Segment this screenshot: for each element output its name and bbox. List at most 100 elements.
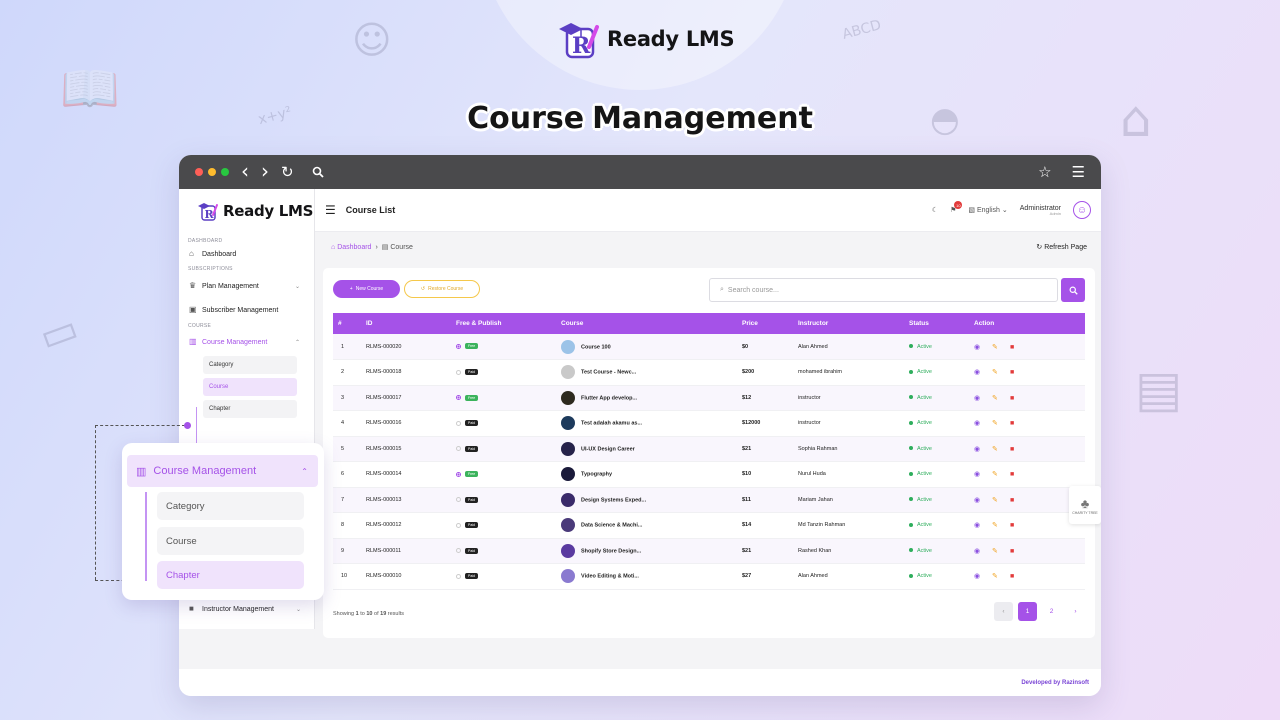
course-name[interactable]: Video Editing & Moti... xyxy=(581,574,639,580)
edit-icon[interactable]: ✎ xyxy=(992,470,1000,478)
action-cell: ◉ ✎ ■ xyxy=(969,462,1085,488)
reload-icon[interactable]: ↻ xyxy=(281,163,294,181)
search-input[interactable]: ⌕ Search course... xyxy=(709,278,1058,302)
view-eye-icon[interactable]: ◉ xyxy=(974,368,982,376)
page-button-2[interactable]: 2 xyxy=(1042,602,1061,621)
avatar[interactable]: ☺ xyxy=(1073,201,1091,219)
delete-trash-icon[interactable]: ■ xyxy=(1010,344,1018,351)
course-name[interactable]: UI-UX Design Career xyxy=(581,446,635,452)
delete-trash-icon[interactable]: ■ xyxy=(1010,573,1018,580)
delete-trash-icon[interactable]: ■ xyxy=(1010,471,1018,478)
publish-toggle[interactable] xyxy=(456,395,461,401)
close-dot[interactable] xyxy=(195,168,203,176)
charity-tree-widget[interactable]: ♣ CHARITY TREE xyxy=(1069,486,1101,524)
zoom-subitem-chapter[interactable]: Chapter xyxy=(157,561,304,589)
delete-trash-icon[interactable]: ■ xyxy=(1010,369,1018,376)
course-name[interactable]: Typography xyxy=(581,472,612,478)
publish-toggle[interactable] xyxy=(456,446,461,452)
view-eye-icon[interactable]: ◉ xyxy=(974,394,982,402)
view-eye-icon[interactable]: ◉ xyxy=(974,343,982,351)
main-content: ☰ Course List ☾ ⚑ 10 ▧ English ⌄ Administ… xyxy=(315,189,1101,696)
view-eye-icon[interactable]: ◉ xyxy=(974,547,982,555)
sidebar-item-plan-management[interactable]: ♛ Plan Management ⌄ xyxy=(179,276,314,296)
maximize-dot[interactable] xyxy=(221,168,229,176)
view-eye-icon[interactable]: ◉ xyxy=(974,445,982,453)
next-page-button[interactable]: › xyxy=(1066,602,1085,621)
sidebar-item-dashboard[interactable]: ⌂ Dashboard xyxy=(179,244,314,264)
edit-icon[interactable]: ✎ xyxy=(992,419,1000,427)
prev-page-button[interactable]: ‹ xyxy=(994,602,1013,621)
course-cell: Typography xyxy=(556,462,737,488)
publish-toggle[interactable] xyxy=(456,471,461,477)
new-course-button[interactable]: + New Course xyxy=(333,280,400,298)
edit-icon[interactable]: ✎ xyxy=(992,496,1000,504)
notification-bell-icon[interactable]: ⚑ 10 xyxy=(950,201,963,214)
publish-toggle[interactable] xyxy=(456,497,461,503)
price-type-badge: Paid xyxy=(465,573,479,580)
edit-icon[interactable]: ✎ xyxy=(992,547,1000,555)
delete-trash-icon[interactable]: ■ xyxy=(1010,420,1018,427)
publish-toggle[interactable] xyxy=(456,369,461,375)
free-publish-cell: Paid xyxy=(451,487,556,513)
action-cell: ◉ ✎ ■ xyxy=(969,411,1085,437)
view-eye-icon[interactable]: ◉ xyxy=(974,470,982,478)
zoom-course-management[interactable]: ▥ Course Management ⌃ xyxy=(127,455,318,487)
delete-trash-icon[interactable]: ■ xyxy=(1010,548,1018,555)
edit-icon[interactable]: ✎ xyxy=(992,343,1000,351)
footer-credit[interactable]: Developed by Razinsoft xyxy=(1021,680,1089,686)
edit-icon[interactable]: ✎ xyxy=(992,572,1000,580)
restore-course-button[interactable]: ↺ Restore Course xyxy=(404,280,480,298)
sidebar-item-label: Plan Management xyxy=(202,282,259,290)
refresh-page-button[interactable]: ↻ Refresh Page xyxy=(1036,243,1087,251)
delete-trash-icon[interactable]: ■ xyxy=(1010,446,1018,453)
edit-icon[interactable]: ✎ xyxy=(992,368,1000,376)
publish-toggle[interactable] xyxy=(456,522,461,528)
course-name[interactable]: Test adalah akamu as... xyxy=(581,421,642,427)
sidebar-logo[interactable]: R Ready LMS xyxy=(179,189,314,232)
view-eye-icon[interactable]: ◉ xyxy=(974,496,982,504)
edit-icon[interactable]: ✎ xyxy=(992,521,1000,529)
page-button-1[interactable]: 1 xyxy=(1018,602,1037,621)
course-name[interactable]: Design Systems Exped... xyxy=(581,497,646,503)
language-selector[interactable]: ▧ English ⌄ xyxy=(968,206,1007,214)
menu-icon[interactable]: ☰ xyxy=(1072,163,1085,181)
edit-icon[interactable]: ✎ xyxy=(992,394,1000,402)
zoom-subitem-category[interactable]: Category xyxy=(157,492,304,520)
sidebar-subitem-category[interactable]: Category xyxy=(203,356,297,374)
sidebar-subitem-chapter[interactable]: Chapter xyxy=(203,400,297,418)
sidebar-item-course-management[interactable]: ▥ Course Management ⌃ xyxy=(179,332,314,352)
back-icon[interactable]: ‹ xyxy=(241,159,249,183)
course-name[interactable]: Data Science & Machi... xyxy=(581,523,642,529)
dark-mode-moon-icon[interactable]: ☾ xyxy=(932,206,938,214)
course-name[interactable]: Course 100 xyxy=(581,344,611,350)
publish-toggle[interactable] xyxy=(456,420,461,426)
delete-trash-icon[interactable]: ■ xyxy=(1010,497,1018,504)
bookmark-star-icon[interactable]: ☆ xyxy=(1038,163,1051,181)
forward-icon[interactable]: › xyxy=(261,159,269,183)
view-eye-icon[interactable]: ◉ xyxy=(974,521,982,529)
publish-toggle[interactable] xyxy=(456,343,461,349)
breadcrumb-home[interactable]: ⌂ Dashboard xyxy=(331,244,371,251)
sidebar-item-instructor-management[interactable]: ■ Instructor Management ⌄ xyxy=(179,599,315,619)
zoom-subitem-course[interactable]: Course xyxy=(157,527,304,555)
chevron-down-icon: ⌄ xyxy=(1001,207,1008,214)
course-name[interactable]: Shopify Store Design... xyxy=(581,548,641,554)
delete-trash-icon[interactable]: ■ xyxy=(1010,395,1018,402)
course-management-zoom-popup: ▥ Course Management ⌃ Category Course Ch… xyxy=(122,443,324,600)
publish-toggle[interactable] xyxy=(456,573,461,579)
course-name[interactable]: Test Course - Newc... xyxy=(581,370,636,376)
sidebar-subitem-course[interactable]: Course xyxy=(203,378,297,396)
publish-toggle[interactable] xyxy=(456,548,461,554)
sidebar-item-subscriber-management[interactable]: ▣ Subscriber Management xyxy=(179,300,314,320)
delete-trash-icon[interactable]: ■ xyxy=(1010,522,1018,529)
search-icon[interactable] xyxy=(312,166,324,178)
search-button[interactable] xyxy=(1061,278,1085,302)
minimize-dot[interactable] xyxy=(208,168,216,176)
admin-menu[interactable]: Administrator Admin xyxy=(1020,205,1061,216)
hamburger-icon[interactable]: ☰ xyxy=(325,203,336,217)
view-eye-icon[interactable]: ◉ xyxy=(974,572,982,580)
course-name[interactable]: Flutter App develop... xyxy=(581,395,637,401)
edit-icon[interactable]: ✎ xyxy=(992,445,1000,453)
view-eye-icon[interactable]: ◉ xyxy=(974,419,982,427)
price-type-badge: Paid xyxy=(465,420,479,427)
